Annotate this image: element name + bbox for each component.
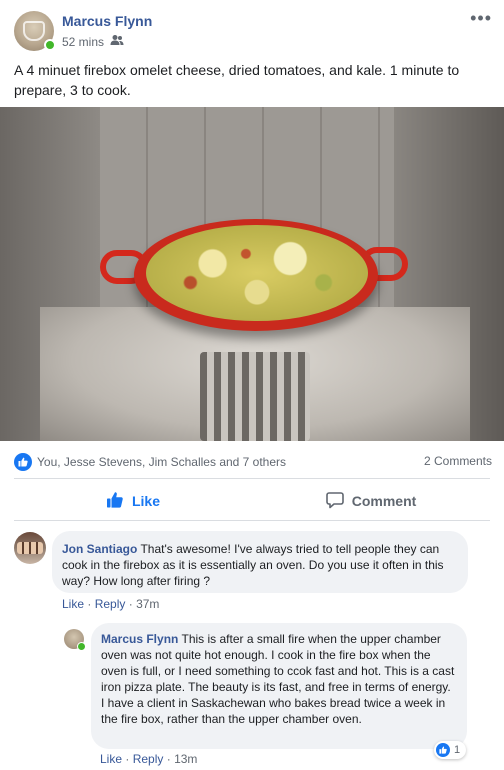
comment-icon xyxy=(325,491,344,512)
post-actions: Like Comment xyxy=(14,482,490,520)
reply-actions: Like · Reply · 13m xyxy=(100,752,198,766)
comment-button[interactable]: Comment xyxy=(252,482,490,520)
like-button[interactable]: Like xyxy=(14,482,252,520)
like-reaction-icon xyxy=(14,453,32,471)
comment-button-label: Comment xyxy=(351,493,417,509)
fire-grate xyxy=(200,352,310,441)
comment-author[interactable]: Jon Santiago xyxy=(62,542,137,556)
like-reaction-icon xyxy=(436,743,450,757)
commenter-avatar[interactable] xyxy=(14,532,46,564)
online-status-icon xyxy=(44,39,56,51)
reply-time[interactable]: 13m xyxy=(174,752,197,766)
reactions-summary: You, Jesse Stevens, Jim Schalles and 7 o… xyxy=(14,451,492,473)
post-text: A 4 minuet firebox omelet cheese, dried … xyxy=(14,62,460,98)
post-meta: 52 mins xyxy=(62,34,124,49)
comment-count[interactable]: 2 Comments xyxy=(424,454,492,468)
like-button-label: Like xyxy=(131,493,160,509)
reaction-names[interactable]: You, Jesse Stevens, Jim Schalles and 7 o… xyxy=(37,455,286,469)
comment-like-link[interactable]: Like xyxy=(62,597,84,611)
reply-bubble: Marcus Flynn This is after a small fire … xyxy=(91,623,467,749)
divider xyxy=(14,520,490,521)
post-timestamp[interactable]: 52 mins xyxy=(62,35,104,49)
thumbs-up-icon xyxy=(106,491,124,512)
reply-reply-link[interactable]: Reply xyxy=(133,752,164,766)
comment-time[interactable]: 37m xyxy=(136,597,159,611)
online-status-icon xyxy=(77,642,86,651)
omelet xyxy=(146,225,368,321)
comment-reply-link[interactable]: Reply xyxy=(95,597,126,611)
reply-author[interactable]: Marcus Flynn xyxy=(101,632,178,646)
comment-bubble: Jon Santiago That's awesome! I've always… xyxy=(52,531,468,593)
friends-icon[interactable] xyxy=(110,34,124,49)
divider xyxy=(14,478,490,479)
post-header: Marcus Flynn 52 mins ••• xyxy=(0,0,504,58)
post-author-name[interactable]: Marcus Flynn xyxy=(62,13,152,29)
comment-actions: Like · Reply · 37m xyxy=(62,597,160,611)
more-options-icon[interactable]: ••• xyxy=(470,8,492,29)
reply-reaction-count[interactable]: 1 xyxy=(434,741,467,759)
reply-like-link[interactable]: Like xyxy=(100,752,122,766)
post-photo[interactable] xyxy=(0,107,504,441)
reply-text: This is after a small fire when the uppe… xyxy=(101,632,455,726)
reaction-count-value: 1 xyxy=(454,744,461,756)
